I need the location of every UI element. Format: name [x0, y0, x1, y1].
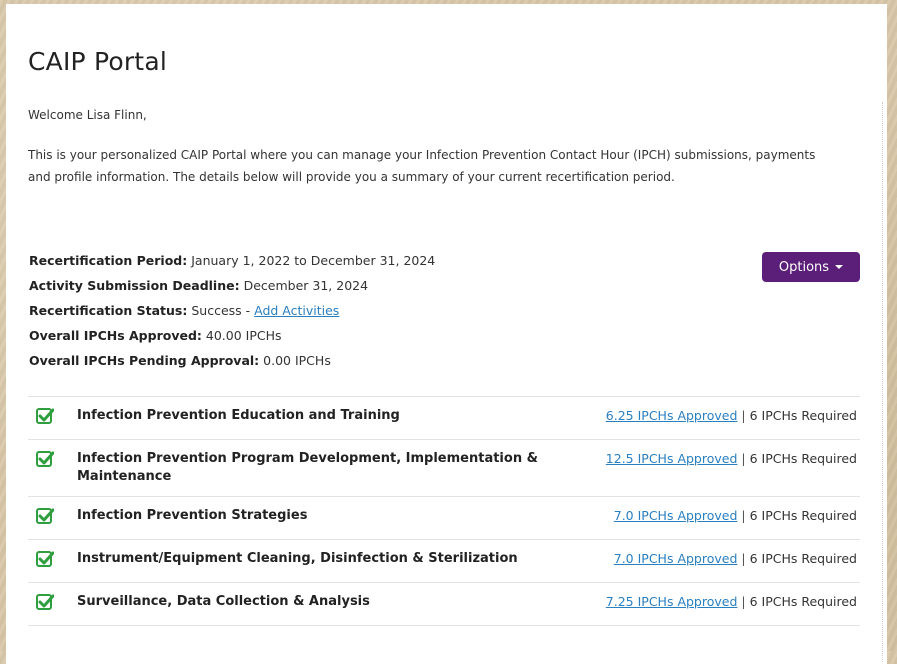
category-name: Infection Prevention Program Development… [77, 451, 538, 484]
category-name: Surveillance, Data Collection & Analysis [77, 594, 370, 609]
category-name: Infection Prevention Strategies [77, 508, 308, 523]
period-value: January 1, 2022 to December 31, 2024 [191, 253, 436, 268]
stat-separator: | [741, 551, 746, 566]
category-stats: 7.0 IPCHs Approved | 6 IPCHs Required [614, 550, 857, 568]
page-title: CAIP Portal [28, 47, 167, 76]
checkbox-checked-icon [36, 451, 54, 467]
summary-pending-row: Overall IPCHs Pending Approval: 0.00 IPC… [29, 351, 435, 376]
summary-status-row: Recertification Status: Success - Add Ac… [29, 301, 435, 326]
options-button[interactable]: Options [762, 252, 860, 282]
stat-separator: | [741, 594, 746, 609]
category-stats: 12.5 IPCHs Approved | 6 IPCHs Required [606, 450, 857, 468]
caret-down-icon [835, 265, 844, 269]
required-ipchs: 6 IPCHs Required [749, 551, 857, 566]
recertification-summary: Recertification Period: January 1, 2022 … [29, 251, 435, 376]
category-row: Surveillance, Data Collection & Analysis… [28, 583, 860, 626]
category-row: Infection Prevention Strategies 7.0 IPCH… [28, 497, 860, 540]
required-ipchs: 6 IPCHs Required [749, 451, 857, 466]
category-stats: 7.25 IPCHs Approved | 6 IPCHs Required [606, 593, 857, 611]
status-label: Recertification Status: [29, 303, 188, 318]
deadline-value: December 31, 2024 [243, 278, 369, 293]
content-divider [882, 102, 883, 662]
period-label: Recertification Period: [29, 253, 188, 268]
summary-period-row: Recertification Period: January 1, 2022 … [29, 251, 435, 276]
category-row: Instrument/Equipment Cleaning, Disinfect… [28, 540, 860, 583]
checkbox-checked-icon [36, 508, 54, 524]
stat-separator: | [741, 451, 746, 466]
approved-value: 40.00 IPCHs [205, 328, 282, 343]
stat-separator: | [741, 508, 746, 523]
intro-text: This is your personalized CAIP Portal wh… [28, 148, 816, 184]
checkbox-checked-icon [36, 594, 54, 610]
approved-ipchs-link[interactable]: 7.0 IPCHs Approved [614, 551, 738, 566]
status-value: Success - [191, 303, 255, 318]
stat-separator: | [741, 408, 746, 423]
welcome-message: Welcome Lisa Flinn, [28, 108, 147, 122]
pending-label: Overall IPCHs Pending Approval: [29, 353, 260, 368]
summary-deadline-row: Activity Submission Deadline: December 3… [29, 276, 435, 301]
required-ipchs: 6 IPCHs Required [749, 594, 857, 609]
approved-label: Overall IPCHs Approved: [29, 328, 202, 343]
deadline-label: Activity Submission Deadline: [29, 278, 240, 293]
approved-ipchs-link[interactable]: 6.25 IPCHs Approved [606, 408, 738, 423]
category-name: Instrument/Equipment Cleaning, Disinfect… [77, 551, 518, 566]
required-ipchs: 6 IPCHs Required [749, 508, 857, 523]
category-name: Infection Prevention Education and Train… [77, 408, 400, 423]
category-stats: 6.25 IPCHs Approved | 6 IPCHs Required [606, 407, 857, 425]
portal-card: CAIP Portal Welcome Lisa Flinn, This is … [6, 4, 887, 664]
checkbox-checked-icon [36, 408, 54, 424]
approved-ipchs-link[interactable]: 7.25 IPCHs Approved [606, 594, 738, 609]
category-row: Infection Prevention Education and Train… [28, 397, 860, 440]
category-stats: 7.0 IPCHs Approved | 6 IPCHs Required [614, 507, 857, 525]
checkbox-checked-icon [36, 551, 54, 567]
approved-ipchs-link[interactable]: 12.5 IPCHs Approved [606, 451, 738, 466]
add-activities-link[interactable]: Add Activities [254, 303, 339, 318]
required-ipchs: 6 IPCHs Required [749, 408, 857, 423]
summary-approved-row: Overall IPCHs Approved: 40.00 IPCHs [29, 326, 435, 351]
options-label: Options [778, 259, 830, 275]
approved-ipchs-link[interactable]: 7.0 IPCHs Approved [614, 508, 738, 523]
pending-value: 0.00 IPCHs [263, 353, 331, 368]
category-list: Infection Prevention Education and Train… [28, 396, 860, 626]
category-row: Infection Prevention Program Development… [28, 440, 860, 497]
